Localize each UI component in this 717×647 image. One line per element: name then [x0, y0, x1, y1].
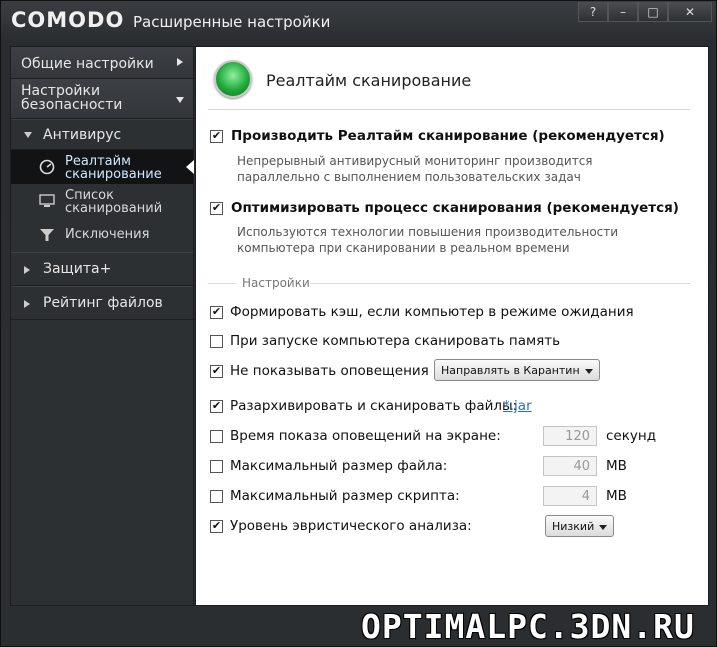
content-panel: Реалтайм сканирование Производить Реалта…: [195, 46, 709, 606]
option-description: Используются технологии повышения произв…: [237, 225, 619, 255]
page-title: Реалтайм сканирование: [266, 71, 472, 90]
cache-checkbox[interactable]: [210, 306, 223, 319]
max-script-size-input[interactable]: 4: [543, 486, 597, 506]
help-button[interactable]: ?: [578, 2, 608, 22]
expand-right-icon: [24, 266, 30, 274]
option-label: Разархивировать и сканировать файлы:: [230, 398, 518, 414]
chevron-down-icon: [584, 368, 593, 374]
sidebar-item-label: Список сканирований: [65, 188, 163, 216]
unit-label: MB: [606, 458, 627, 474]
sidebar-item-exclusions[interactable]: Исключения: [11, 218, 193, 252]
window-controls: ? – □ ✕: [578, 2, 712, 22]
sidebar-item-label: Антивирус: [43, 127, 122, 143]
option-label: Уровень эвристического анализа:: [230, 518, 472, 534]
scan-gauge-icon: [39, 159, 55, 175]
section-title: Настройки: [242, 276, 310, 290]
sidebar-group-file-rating[interactable]: Рейтинг файлов: [11, 286, 193, 320]
option-label: Максимальный размер скрипта:: [230, 488, 460, 504]
window-title: Расширенные настройки: [133, 13, 331, 31]
dropdown-value: Низкий: [552, 520, 595, 533]
max-file-size-checkbox[interactable]: [210, 460, 223, 473]
expand-right-icon: [24, 300, 30, 308]
chevron-right-icon: [177, 58, 183, 66]
sidebar-item-realtime-scan[interactable]: Реалтайм сканирование: [11, 150, 194, 184]
sidebar-item-security[interactable]: Настройки безопасности: [11, 79, 193, 119]
sidebar: Общие настройки Настройки безопасности А…: [10, 46, 194, 606]
expand-down-icon: [24, 132, 32, 138]
option-label: Производить Реалтайм сканирование (реком…: [231, 128, 665, 144]
heuristic-checkbox[interactable]: [210, 520, 223, 533]
sidebar-item-label: Рейтинг файлов: [43, 295, 163, 311]
unpack-checkbox[interactable]: [210, 400, 223, 413]
unit-label: MB: [606, 488, 627, 504]
sidebar-group-protection[interactable]: Защита+: [11, 252, 193, 286]
chevron-down-icon: [599, 524, 608, 530]
alert-action-dropdown[interactable]: Направлять в Карантин: [434, 359, 600, 381]
option-label: Максимальный размер файла:: [230, 458, 448, 474]
window: COMODO Расширенные настройки ? – □ ✕ Общ…: [0, 0, 717, 647]
scan-memory-checkbox[interactable]: [210, 335, 223, 348]
sidebar-item-scan-list[interactable]: Список сканирований: [11, 184, 193, 218]
realtime-scan-icon: [214, 60, 252, 98]
divider: [208, 283, 236, 284]
sidebar-item-general[interactable]: Общие настройки: [11, 47, 193, 79]
option-label: Время показа оповещений на экране:: [230, 428, 501, 444]
divider: [208, 109, 690, 110]
filter-icon: [40, 229, 54, 241]
unit-label: секунд: [606, 428, 657, 444]
option-label: Формировать кэш, если компьютер в режиме…: [230, 304, 634, 320]
sidebar-item-label: Общие настройки: [21, 56, 154, 72]
option-description: Непрерывный антивирусный мониторинг прои…: [237, 154, 593, 184]
watermark: OPTIMALPC.3DN.RU: [361, 607, 695, 646]
max-script-size-checkbox[interactable]: [210, 490, 223, 503]
option-label: При запуске компьютера сканировать памят…: [230, 333, 561, 349]
chevron-down-icon: [176, 97, 184, 103]
close-button[interactable]: ✕: [668, 2, 712, 22]
minimize-button[interactable]: –: [608, 2, 638, 22]
optimize-scan-checkbox[interactable]: [210, 202, 223, 215]
title-bar[interactable]: COMODO Расширенные настройки ? – □ ✕: [1, 1, 716, 41]
divider: [310, 283, 690, 284]
sidebar-item-label: Настройки безопасности: [21, 83, 123, 113]
hide-alerts-checkbox[interactable]: [210, 365, 223, 378]
sidebar-item-label: Защита+: [43, 261, 112, 277]
maximize-button[interactable]: □: [638, 2, 668, 22]
option-label: Не показывать оповещения: [230, 363, 429, 379]
file-types-link[interactable]: *.jar: [503, 398, 532, 414]
sidebar-group-antivirus[interactable]: Антивирус: [11, 119, 193, 150]
realtime-scan-checkbox[interactable]: [210, 130, 223, 143]
sidebar-item-label: Исключения: [65, 227, 150, 242]
comodo-logo: COMODO: [11, 8, 125, 32]
max-file-size-input[interactable]: 40: [543, 456, 597, 476]
dropdown-value: Направлять в Карантин: [441, 364, 580, 377]
heuristic-level-dropdown[interactable]: Низкий: [545, 515, 615, 537]
sidebar-item-label: Реалтайм сканирование: [65, 154, 162, 182]
alert-time-input[interactable]: 120: [543, 426, 597, 446]
monitor-icon: [39, 194, 55, 207]
option-label: Оптимизировать процесс сканирования (рек…: [231, 200, 679, 216]
alert-time-checkbox[interactable]: [210, 430, 223, 443]
